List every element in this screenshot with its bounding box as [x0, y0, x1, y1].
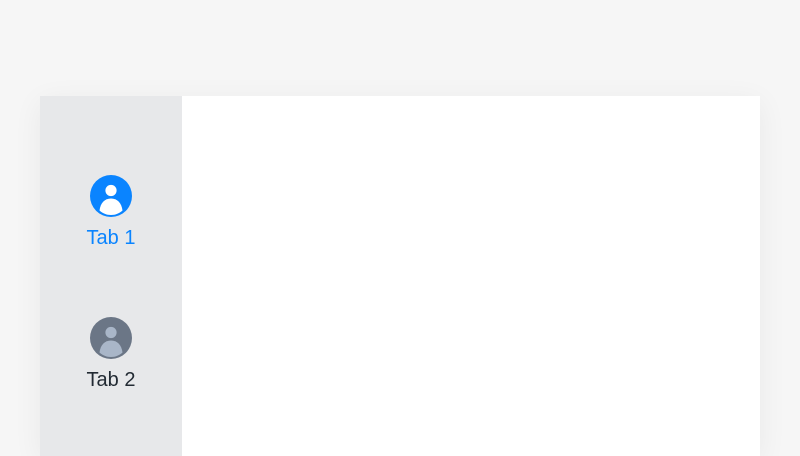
- tab-2[interactable]: Tab 2: [40, 308, 182, 418]
- tab-1[interactable]: Tab 1: [40, 166, 182, 276]
- content-panel: [182, 96, 760, 456]
- tab-rail: Tab 1 Tab 2: [40, 96, 182, 456]
- user-avatar-icon: [90, 175, 132, 217]
- app-window: Tab 1 Tab 2: [40, 96, 760, 456]
- tab-1-label: Tab 1: [86, 227, 136, 249]
- tab-2-label: Tab 2: [86, 369, 136, 391]
- user-avatar-icon: [90, 317, 132, 359]
